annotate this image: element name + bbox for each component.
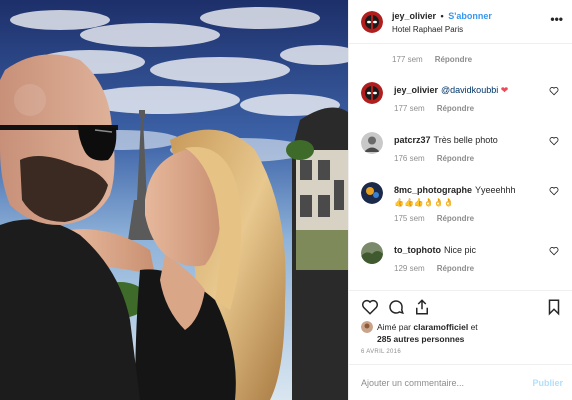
like-comment-heart-icon[interactable]: [549, 86, 559, 96]
comment-meta: 175 sem Répondre: [394, 214, 474, 223]
avatar[interactable]: [361, 82, 383, 104]
comment-username[interactable]: to_tophoto: [394, 245, 441, 255]
post-username[interactable]: jey_olivier: [392, 11, 436, 21]
post-photo[interactable]: [0, 0, 348, 400]
comment-bubble-icon[interactable]: [387, 298, 405, 316]
comment-username[interactable]: jey_olivier: [394, 85, 438, 95]
heart-icon[interactable]: [361, 298, 379, 316]
caption-meta: 177 sem Répondre: [392, 55, 472, 64]
liked-by-user[interactable]: claramofficiel: [413, 322, 468, 332]
liker-avatar[interactable]: [361, 321, 373, 333]
avatar[interactable]: [361, 182, 383, 204]
comment-meta: 177 sem Répondre: [394, 104, 474, 113]
bookmark-icon[interactable]: [545, 298, 563, 316]
avatar[interactable]: [361, 11, 383, 33]
avatar[interactable]: [361, 242, 383, 264]
avatar[interactable]: [361, 132, 383, 154]
comment-text: patcrz37 Très belle photo: [394, 134, 544, 146]
comment-input[interactable]: [361, 375, 511, 391]
comment-item: patcrz37 Très belle photo 176 sem Répondre: [349, 130, 572, 186]
photographer-avatar-icon: [361, 182, 383, 204]
comment-time: 129 sem: [394, 264, 425, 273]
share-icon[interactable]: [413, 298, 431, 316]
reply-button[interactable]: Répondre: [437, 264, 474, 273]
publish-button[interactable]: Publier: [532, 378, 563, 388]
liked-by-text: Aimé par claramofficiel et 285 autres pe…: [377, 321, 557, 345]
comment-body: Nice pic: [443, 245, 476, 255]
caption-time: 177 sem: [392, 55, 423, 64]
comment-meta: 129 sem Répondre: [394, 264, 474, 273]
add-comment-bar: Publier: [349, 364, 572, 400]
post-header: jey_olivier • S'abonner Hotel Raphael Pa…: [349, 0, 572, 44]
comment-item: jey_olivier @davidkoubbi ❤ 177 sem Répondr…: [349, 80, 572, 136]
comment-item: to_tophoto Nice pic 129 sem Répondre: [349, 240, 572, 296]
comment-time: 175 sem: [394, 214, 425, 223]
comment-time: 176 sem: [394, 154, 425, 163]
deadpool-avatar-icon: [361, 82, 383, 104]
comment-text: 8mc_photographe Yyeeehhh 👍👍👍👌👌👌: [394, 184, 544, 209]
like-comment-heart-icon[interactable]: [549, 136, 559, 146]
comment-mention[interactable]: @davidkoubbi: [441, 85, 498, 95]
liked-by-prefix: Aimé par: [377, 322, 412, 332]
like-comment-heart-icon[interactable]: [549, 186, 559, 196]
comment-username[interactable]: 8mc_photographe: [394, 185, 472, 195]
reply-button[interactable]: Répondre: [437, 104, 474, 113]
user-avatar-icon: [361, 132, 383, 154]
ellipsis-icon[interactable]: •••: [550, 12, 563, 26]
comment-body: Yyeeehhh: [475, 185, 516, 195]
landscape-avatar-icon: [361, 242, 383, 264]
comment-text: to_tophoto Nice pic: [394, 244, 544, 256]
comment-item: 8mc_photographe Yyeeehhh 👍👍👍👌👌👌 175 sem Ré…: [349, 180, 572, 236]
reply-button[interactable]: Répondre: [437, 214, 474, 223]
comment-body: Très belle photo: [433, 135, 498, 145]
comment-meta: 176 sem Répondre: [394, 154, 474, 163]
post-image: [0, 0, 348, 400]
like-comment-heart-icon[interactable]: [549, 246, 559, 256]
separator-dot: •: [440, 11, 444, 21]
comments-panel: jey_olivier • S'abonner Hotel Raphael Pa…: [348, 0, 572, 400]
emoji-thumbs: 👍👍👍👌👌👌: [394, 198, 454, 207]
comment-text: jey_olivier @davidkoubbi ❤: [394, 84, 544, 96]
reply-button[interactable]: Répondre: [437, 154, 474, 163]
likes-others-link[interactable]: 285 autres personnes: [377, 334, 464, 344]
comment-username[interactable]: patcrz37: [394, 135, 431, 145]
follow-button[interactable]: S'abonner: [448, 11, 492, 21]
location-link[interactable]: Hotel Raphael Paris: [392, 25, 463, 34]
liked-by-conj: et: [470, 322, 478, 332]
post-date[interactable]: 6 AVRIL 2016: [361, 349, 401, 355]
heart-emoji: ❤: [500, 85, 509, 95]
comment-time: 177 sem: [394, 104, 425, 113]
deadpool-avatar-icon: [361, 11, 383, 33]
reply-button[interactable]: Répondre: [435, 55, 472, 64]
